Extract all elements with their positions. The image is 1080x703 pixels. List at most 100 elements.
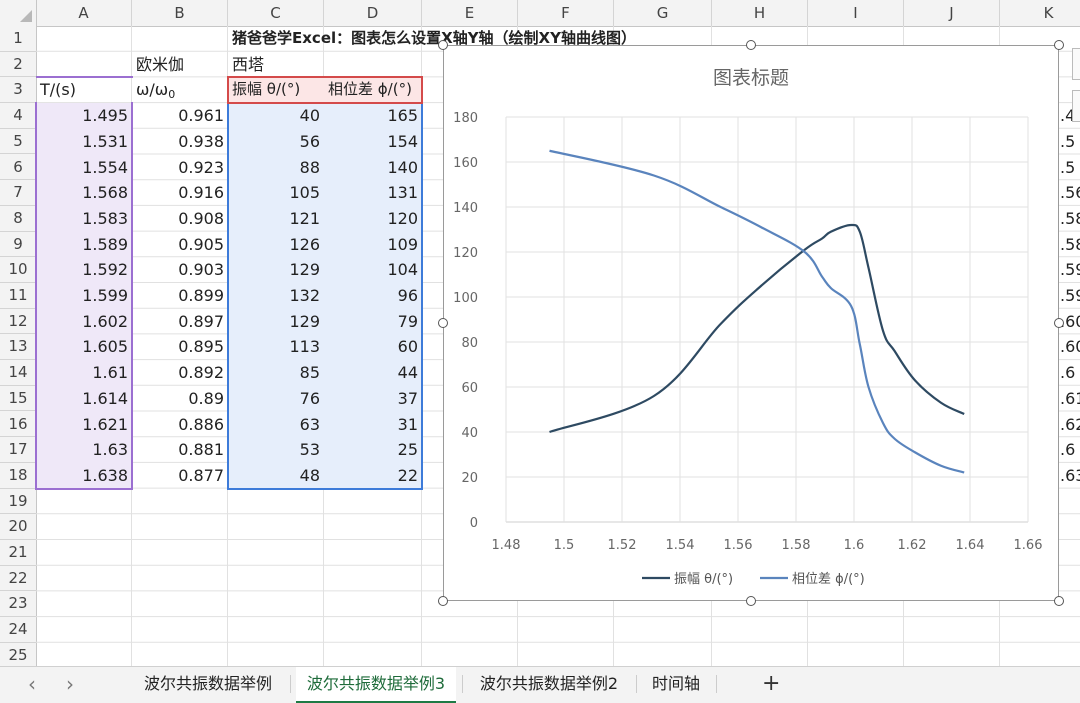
column-header-j[interactable]: J [904,0,1000,26]
table-cell-b7[interactable]: 0.916 [132,180,228,206]
resize-handle-bl[interactable] [438,596,448,606]
table-cell-c9[interactable]: 126 [228,232,324,258]
table-cell-d15[interactable]: 37 [324,386,422,412]
table-cell-d17[interactable]: 25 [324,437,422,463]
cell-b2[interactable]: 欧米伽 [132,52,228,78]
table-cell-a12[interactable]: 1.602 [36,309,132,335]
row-header-16[interactable]: 16 [0,412,36,438]
series-line-1[interactable] [549,223,965,434]
table-cell-b8[interactable]: 0.908 [132,206,228,232]
chart-styles-button[interactable] [1072,90,1080,122]
table-cell-d13[interactable]: 60 [324,334,422,360]
row-header-4[interactable]: 4 [0,103,36,129]
table-cell-a6[interactable]: 1.554 [36,155,132,181]
row-header-17[interactable]: 17 [0,437,36,463]
row-header-23[interactable]: 23 [0,591,36,618]
legend-label-2[interactable]: 相位差 ϕ/(°) [792,572,865,587]
table-cell-c12[interactable]: 129 [228,309,324,335]
table-cell-b6[interactable]: 0.923 [132,155,228,181]
row-header-19[interactable]: 19 [0,489,36,515]
add-sheet-icon[interactable]: + [762,667,780,701]
table-cell-d4[interactable]: 165 [324,103,422,129]
resize-handle-bc[interactable] [746,596,756,606]
table-cell-d11[interactable]: 96 [324,283,422,309]
table-cell-b15[interactable]: 0.89 [132,386,228,412]
table-cell-b16[interactable]: 0.886 [132,412,228,438]
table-cell-d8[interactable]: 120 [324,206,422,232]
row-header-7[interactable]: 7 [0,180,36,206]
table-cell-b18[interactable]: 0.877 [132,463,228,489]
table-cell-c5[interactable]: 56 [228,129,324,155]
row-header-10[interactable]: 10 [0,257,36,283]
table-cell-a15[interactable]: 1.614 [36,386,132,412]
table-cell-a9[interactable]: 1.589 [36,232,132,258]
table-cell-a14[interactable]: 1.61 [36,360,132,386]
row-header-24[interactable]: 24 [0,617,36,643]
table-cell-c4[interactable]: 40 [228,103,324,129]
tab-timeline[interactable]: 时间轴 [640,667,712,701]
row-header-18[interactable]: 18 [0,463,36,489]
resize-handle-br[interactable] [1054,596,1064,606]
table-cell-c18[interactable]: 48 [228,463,324,489]
row-header-11[interactable]: 11 [0,283,36,309]
chart-title[interactable]: 图表标题 [713,67,789,89]
table-cell-a8[interactable]: 1.583 [36,206,132,232]
cell-c3[interactable]: 振幅 θ/(°) [228,77,324,103]
row-header-3[interactable]: 3 [0,77,36,104]
prev-sheet-icon[interactable]: ‹ [28,667,36,701]
table-cell-c6[interactable]: 88 [228,155,324,181]
row-header-15[interactable]: 15 [0,386,36,412]
table-cell-c13[interactable]: 113 [228,334,324,360]
table-cell-b12[interactable]: 0.897 [132,309,228,335]
row-header-6[interactable]: 6 [0,155,36,181]
table-cell-b13[interactable]: 0.895 [132,334,228,360]
table-cell-b14[interactable]: 0.892 [132,360,228,386]
row-header-14[interactable]: 14 [0,360,36,386]
column-header-d[interactable]: D [324,0,422,26]
row-header-5[interactable]: 5 [0,129,36,155]
resize-handle-tl[interactable] [438,40,448,50]
column-header-k[interactable]: K [1000,0,1080,26]
resize-handle-ml[interactable] [438,318,448,328]
table-cell-b17[interactable]: 0.881 [132,437,228,463]
table-cell-d6[interactable]: 140 [324,155,422,181]
table-cell-b11[interactable]: 0.899 [132,283,228,309]
table-cell-c10[interactable]: 129 [228,257,324,283]
row-header-8[interactable]: 8 [0,206,36,232]
table-cell-c16[interactable]: 63 [228,412,324,438]
select-all-corner[interactable] [0,0,37,26]
cell-d3[interactable]: 相位差 ϕ/(°) [324,77,422,103]
table-cell-a7[interactable]: 1.568 [36,180,132,206]
row-header-20[interactable]: 20 [0,514,36,540]
row-header-13[interactable]: 13 [0,334,36,361]
table-cell-a4[interactable]: 1.495 [36,103,132,129]
column-header-f[interactable]: F [518,0,614,26]
table-cell-d12[interactable]: 79 [324,309,422,335]
row-header-21[interactable]: 21 [0,540,36,566]
row-header-25[interactable]: 25 [0,643,36,669]
row-header-22[interactable]: 22 [0,566,36,592]
table-cell-a5[interactable]: 1.531 [36,129,132,155]
resize-handle-mr[interactable] [1054,318,1064,328]
tab-sheet-2[interactable]: 波尔共振数据举例2 [468,667,630,701]
table-cell-d14[interactable]: 44 [324,360,422,386]
table-cell-b10[interactable]: 0.903 [132,257,228,283]
chart-elements-button[interactable] [1072,48,1080,80]
table-cell-c8[interactable]: 121 [228,206,324,232]
table-cell-c14[interactable]: 85 [228,360,324,386]
series-line-2[interactable] [549,149,965,474]
row-header-1[interactable]: 1 [0,26,36,52]
table-cell-a16[interactable]: 1.621 [36,412,132,438]
table-cell-a18[interactable]: 1.638 [36,463,132,489]
column-header-c[interactable]: C [228,0,324,26]
resize-handle-tc[interactable] [746,40,756,50]
column-header-e[interactable]: E [422,0,518,26]
cell-a3[interactable]: T/(s) [36,77,132,103]
tab-sheet-3[interactable]: 波尔共振数据举例3 [296,667,456,703]
column-header-a[interactable]: A [36,0,132,26]
row-header-12[interactable]: 12 [0,309,36,335]
table-cell-c7[interactable]: 105 [228,180,324,206]
table-cell-c15[interactable]: 76 [228,386,324,412]
table-cell-d10[interactable]: 104 [324,257,422,283]
cell-b3[interactable]: ω/ω0 [132,77,228,103]
